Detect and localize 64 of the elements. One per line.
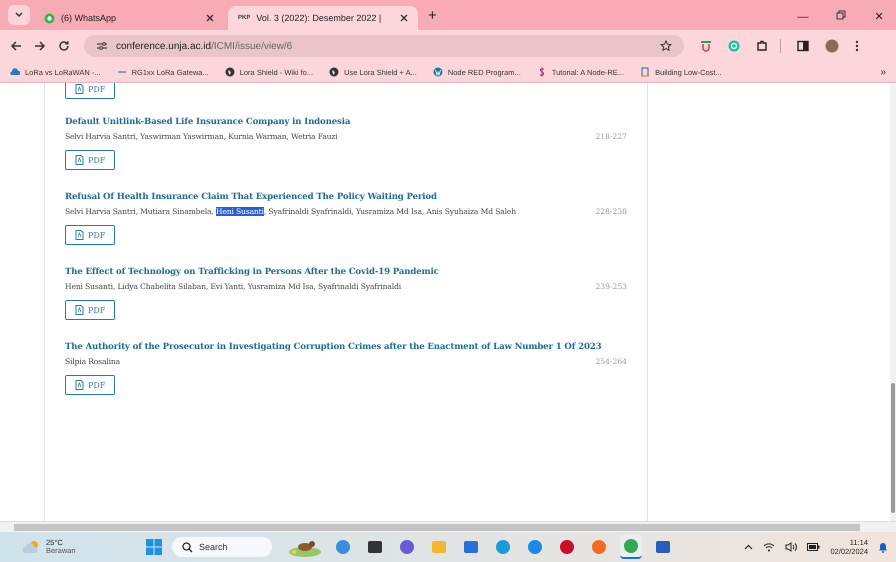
pdf-button[interactable]: PDF: [65, 225, 116, 245]
horizontal-scrollbar[interactable]: [0, 521, 896, 532]
article-title-link[interactable]: The Authority of the Prosecutor in Investigating Corruption Crimes after the Enactment of Law Number 1 Of 2023: [65, 342, 627, 352]
pdf-file-icon: [75, 84, 84, 94]
whatsapp-icon: [44, 12, 55, 24]
site-settings-icon[interactable]: [96, 41, 108, 51]
article-title-link[interactable]: Refusal Of Health Insurance Claim That Experienced The Policy Waiting Period: [65, 192, 627, 202]
menu-icon[interactable]: [855, 40, 859, 52]
circle-app-icon: [559, 539, 576, 555]
square-app-icon: [463, 539, 480, 555]
side-panel-icon[interactable]: [797, 40, 809, 52]
tab-search-button[interactable]: [8, 5, 30, 25]
start-button[interactable]: [146, 539, 162, 555]
close-button[interactable]: ✕: [862, 10, 896, 23]
pdf-file-icon: [75, 230, 84, 240]
more-bookmarks-button[interactable]: »: [880, 66, 886, 78]
pdf-button[interactable]: PDF: [65, 375, 116, 395]
pdf-button[interactable]: PDF: [65, 150, 116, 170]
bell-icon[interactable]: [878, 541, 888, 553]
circle-app-icon: [335, 539, 352, 555]
article-title-link[interactable]: The Effect of Technology on Trafficking in Persons After the Covid-19 Pandemic: [65, 267, 627, 277]
pdf-file-icon: [75, 380, 84, 390]
circle-app-icon: [591, 539, 608, 555]
address-bar[interactable]: conference.unja.ac.id/ICMI/issue/view/6: [84, 35, 684, 57]
pdf-button[interactable]: PDF: [65, 300, 116, 320]
battery-icon[interactable]: [807, 543, 820, 551]
globe-icon: [329, 67, 340, 77]
squiggle-icon: [536, 67, 547, 77]
reload-icon[interactable]: [58, 40, 70, 52]
pdf-file-icon: [75, 305, 84, 315]
close-icon[interactable]: [206, 14, 214, 22]
document-icon: [640, 67, 650, 77]
vertical-scrollbar[interactable]: [890, 83, 896, 521]
article-title-link[interactable]: Default Unitlink-Based Life Insurance Company in Indonesia: [65, 117, 627, 127]
avatar-icon[interactable]: [825, 39, 839, 53]
extension-icon[interactable]: [700, 40, 712, 52]
close-icon[interactable]: [400, 14, 408, 22]
globe-icon: [224, 67, 235, 77]
forward-icon[interactable]: [34, 40, 46, 52]
caret-up-icon[interactable]: [744, 544, 754, 550]
square-app-icon: [367, 539, 384, 555]
caret-down-icon: [15, 12, 23, 18]
wifi-icon[interactable]: [763, 542, 776, 552]
search-icon: [182, 542, 194, 552]
minimize-button[interactable]: —: [786, 11, 820, 23]
search-field[interactable]: Search: [172, 537, 272, 557]
restore-icon: [836, 10, 846, 20]
circle-app-icon: [527, 539, 544, 555]
puzzle-icon[interactable]: [756, 40, 768, 52]
volume-icon[interactable]: [785, 542, 798, 552]
star-icon[interactable]: [660, 40, 672, 52]
circle-app-icon: [623, 538, 640, 554]
new-tab-button[interactable]: +: [422, 7, 443, 24]
pdf-file-icon: [75, 155, 84, 165]
cloud-icon: [10, 67, 20, 77]
folder-icon: [431, 539, 448, 555]
pdf-button[interactable]: PDF: [65, 83, 116, 99]
taskbar-app-button[interactable]: [620, 535, 642, 559]
circle-app-icon: [495, 539, 512, 555]
back-icon[interactable]: [10, 40, 22, 52]
square-app-icon: [655, 539, 672, 555]
browser-tab[interactable]: (6) WhatsApp: [34, 6, 224, 30]
wordpress-icon: [432, 67, 443, 77]
circle-app-icon: [399, 539, 416, 555]
